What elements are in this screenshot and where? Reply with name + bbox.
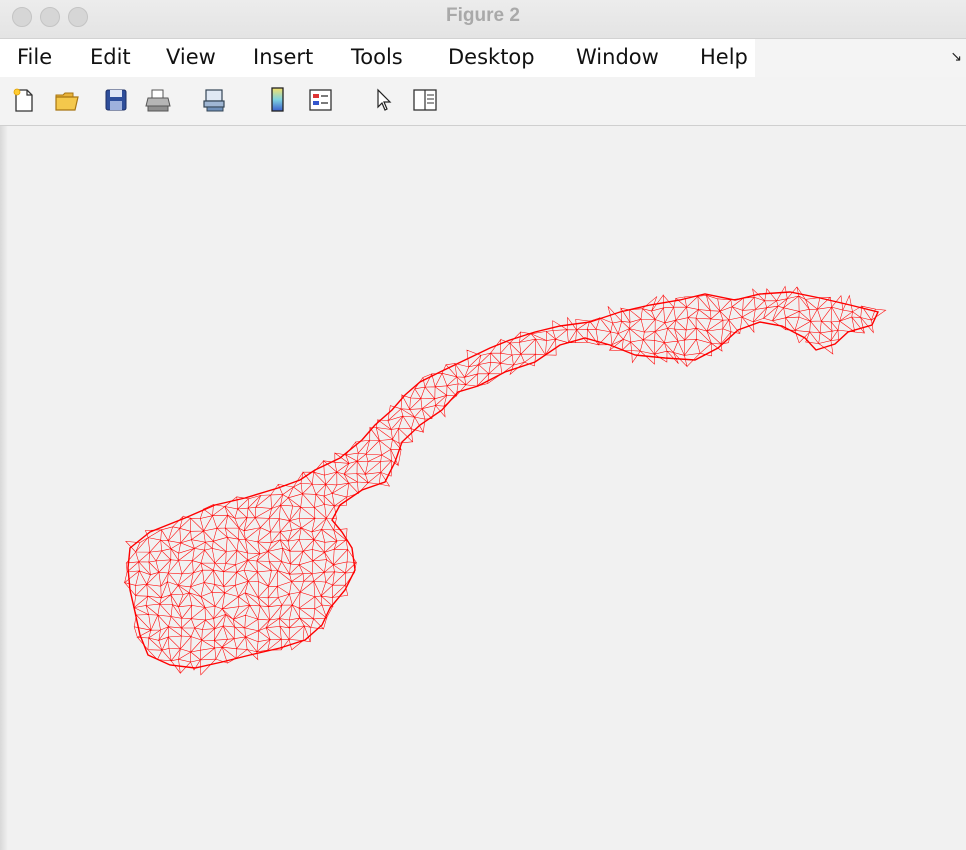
menu-window[interactable]: Window	[576, 45, 659, 69]
open-file-button[interactable]	[52, 85, 82, 115]
menu-view[interactable]: View	[166, 45, 216, 69]
new-figure-button[interactable]	[8, 85, 38, 115]
figure-toolbar	[0, 77, 966, 126]
window-left-edge	[0, 126, 8, 850]
insert-colorbar-button[interactable]	[263, 85, 293, 115]
save-figure-button[interactable]	[101, 85, 131, 115]
menu-tools[interactable]: Tools	[351, 45, 403, 69]
legend-icon	[309, 89, 332, 111]
menu-insert[interactable]: Insert	[253, 45, 313, 69]
floppy-disk-icon	[105, 89, 127, 111]
folder-open-icon	[55, 92, 79, 111]
new-file-icon	[13, 88, 33, 112]
figure-canvas[interactable]	[0, 126, 966, 850]
insert-legend-button[interactable]	[306, 85, 336, 115]
arrow-pointer-icon	[377, 88, 392, 111]
printer-icon	[145, 89, 171, 112]
window-title-bar[interactable]: Figure 2	[0, 0, 966, 39]
mesh-edges	[123, 285, 887, 676]
show-plot-tools-button[interactable]	[410, 85, 440, 115]
menu-bar: File Edit View Insert Tools Desktop Wind…	[0, 39, 966, 77]
plot-tools-icon	[413, 89, 437, 111]
menu-file[interactable]: File	[17, 45, 52, 69]
arrow-down-right-icon[interactable]: ↘	[950, 49, 962, 65]
triangular-mesh-plot	[123, 285, 887, 676]
print-figure-button[interactable]	[143, 85, 173, 115]
edit-plot-button[interactable]	[368, 85, 398, 115]
window-title: Figure 2	[446, 5, 520, 26]
menu-desktop[interactable]: Desktop	[448, 45, 535, 69]
menu-help[interactable]: Help	[700, 45, 748, 69]
mesh-boundary	[127, 291, 879, 669]
colorbar-icon	[271, 87, 284, 112]
menu-edit[interactable]: Edit	[90, 45, 131, 69]
link-plot-button[interactable]	[200, 85, 230, 115]
mesh-triangles	[123, 285, 887, 676]
link-plot-icon	[203, 89, 225, 112]
